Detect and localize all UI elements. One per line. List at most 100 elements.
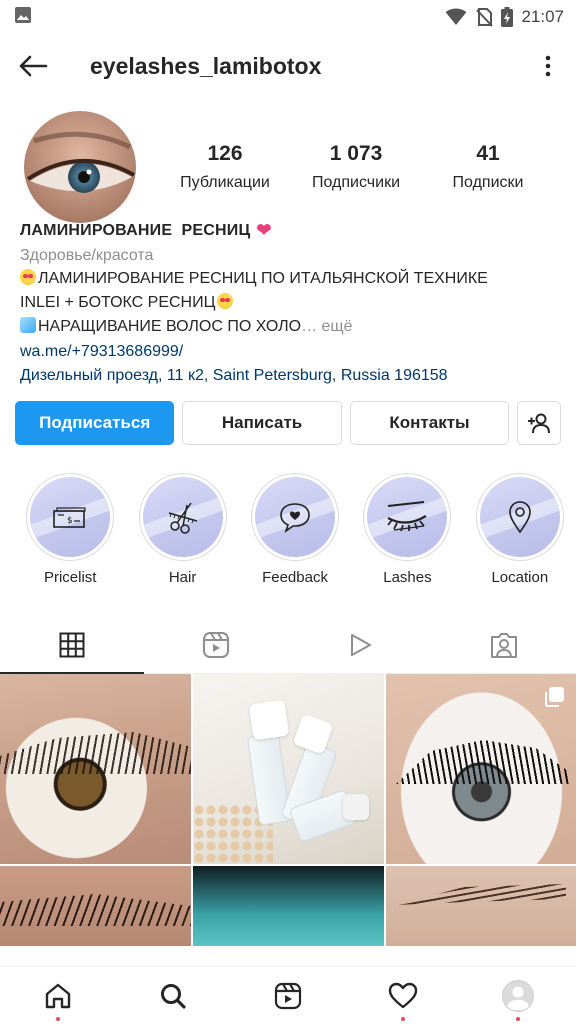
stat-followers-value: 1 073 — [329, 142, 383, 165]
highlight-feedback[interactable]: Feedback — [239, 473, 351, 586]
arrow-left-icon — [19, 55, 48, 77]
stat-followers[interactable]: 1 073 Подписчики — [290, 142, 422, 192]
tab-reels[interactable] — [144, 616, 288, 673]
bio-more-link[interactable]: … ещё — [301, 318, 352, 335]
more-options-button[interactable] — [538, 46, 558, 86]
nav-search[interactable] — [115, 967, 230, 1024]
highlight-ring — [251, 473, 340, 561]
play-icon — [351, 633, 371, 656]
contacts-button[interactable]: Контакты — [349, 401, 510, 445]
profile-content-tabs — [0, 616, 576, 674]
post-thumbnail[interactable] — [193, 674, 384, 864]
bio-category: Здоровье/красота — [20, 247, 154, 264]
vertical-dots-icon — [545, 55, 551, 77]
nav-activity[interactable] — [346, 967, 461, 1024]
tab-tagged[interactable] — [432, 616, 576, 673]
follow-button[interactable]: Подписаться — [15, 401, 175, 445]
reels-icon — [274, 982, 302, 1009]
story-highlights: $ Pricelist Hair Feedback Lashes Locatio… — [0, 473, 576, 586]
bottom-navigation — [0, 966, 576, 1024]
post-thumbnail[interactable] — [193, 866, 384, 946]
stat-posts-value: 126 — [207, 142, 243, 165]
tagged-icon — [491, 632, 517, 658]
suggested-accounts-button[interactable] — [517, 401, 562, 445]
stat-following[interactable]: 41 Подписки — [422, 142, 554, 192]
bio-line: INLEI + БОТОКС РЕСНИЦ — [20, 293, 556, 313]
highlight-cover — [479, 477, 560, 557]
stat-followers-label: Подписчики — [311, 174, 400, 191]
highlight-ring — [138, 473, 227, 561]
tab-videos[interactable] — [288, 616, 432, 673]
highlight-pricelist[interactable]: $ Pricelist — [14, 473, 126, 586]
notification-dot — [516, 1017, 521, 1021]
money-icon: $ — [53, 507, 86, 528]
highlight-cover — [142, 477, 223, 557]
multiple-photos-icon — [545, 687, 564, 707]
highlight-ring — [475, 473, 564, 561]
profile-header: eyelashes_lamibotox — [0, 34, 576, 98]
bio-line-1: ЛАМИНИРОВАНИЕ РЕСНИЦ ПО ИТАЛЬЯНСКОЙ ТЕХН… — [38, 270, 488, 287]
highlight-cover — [367, 477, 448, 557]
highlight-label: Location — [491, 569, 549, 586]
lashes-icon — [387, 501, 427, 532]
grid-icon — [59, 632, 85, 657]
notification-dot — [401, 1017, 406, 1021]
profile-actions: Подписаться Написать Контакты — [0, 401, 576, 445]
status-time: 21:07 — [521, 7, 564, 26]
highlight-label: Pricelist — [43, 569, 97, 586]
wifi-icon — [445, 8, 467, 26]
stat-following-value: 41 — [476, 142, 500, 165]
profile-avatar[interactable] — [24, 111, 136, 223]
notification-dot — [55, 1017, 60, 1021]
post-thumbnail[interactable] — [0, 674, 191, 864]
scissors-comb-icon — [168, 502, 197, 534]
post-thumbnail[interactable] — [386, 674, 576, 864]
search-icon — [160, 983, 186, 1009]
status-bar: 21:07 — [0, 0, 576, 34]
tab-grid[interactable] — [0, 616, 144, 674]
bio-name: ЛАМИНИРОВАНИЕ РЕСНИЦ ❤ — [20, 220, 556, 241]
heart-emoji-icon: ❤ — [256, 220, 272, 240]
profile-stats: 126 Публикации 1 073 Подписчики 41 Подпи… — [160, 142, 554, 192]
highlight-label: Hair — [168, 569, 197, 586]
wave-emoji-icon — [20, 317, 36, 333]
nav-home[interactable] — [0, 967, 115, 1024]
nav-profile[interactable] — [461, 967, 576, 1024]
bio-line-2: INLEI + БОТОКС РЕСНИЦ — [20, 294, 216, 311]
highlight-location[interactable]: Location — [464, 473, 576, 586]
posts-grid — [0, 674, 576, 946]
post-thumbnail[interactable] — [0, 866, 191, 946]
bio-name-text: ЛАМИНИРОВАНИЕ РЕСНИЦ — [20, 221, 251, 239]
highlight-cover — [255, 477, 336, 557]
smiling-hearts-emoji-icon — [217, 293, 234, 309]
bio-website-link[interactable]: wa.me/+79313686999/ — [20, 343, 556, 361]
stat-posts-label: Публикации — [180, 174, 270, 191]
highlight-label: Feedback — [262, 569, 328, 586]
bio-line-3: НАРАЩИВАНИЕ ВОЛОС ПО ХОЛО — [38, 318, 302, 335]
battery-charging-icon — [501, 7, 514, 27]
highlight-label: Lashes — [383, 569, 432, 586]
profile-username: eyelashes_lamibotox — [90, 52, 322, 79]
nav-reels[interactable] — [230, 967, 345, 1024]
highlight-cover: $ — [30, 477, 111, 557]
profile-avatar-icon — [502, 979, 535, 1012]
highlight-lashes[interactable]: Lashes — [351, 473, 463, 586]
heart-icon — [389, 982, 418, 1008]
add-person-icon — [528, 413, 551, 434]
profile-bio: ЛАМИНИРОВАНИЕ РЕСНИЦ ❤ Здоровье/красота … — [0, 220, 576, 385]
highlight-ring — [363, 473, 452, 561]
bio-line: ЛАМИНИРОВАНИЕ РЕСНИЦ ПО ИТАЛЬЯНСКОЙ ТЕХН… — [20, 269, 556, 289]
home-icon — [45, 983, 70, 1008]
stat-posts[interactable]: 126 Публикации — [160, 142, 290, 192]
location-pin-icon — [509, 501, 531, 534]
highlight-hair[interactable]: Hair — [126, 473, 238, 586]
stat-following-label: Подписки — [452, 174, 524, 191]
back-button[interactable] — [18, 46, 58, 86]
gallery-icon — [14, 6, 32, 29]
message-button[interactable]: Написать — [182, 401, 342, 445]
heart-chat-icon — [280, 503, 310, 533]
heart-eyes-emoji-icon — [20, 269, 36, 285]
post-thumbnail[interactable] — [386, 866, 576, 946]
svg-text:$: $ — [67, 516, 73, 526]
bio-address-link[interactable]: Дизельный проезд, 11 к2, Saint Petersbur… — [20, 367, 556, 385]
